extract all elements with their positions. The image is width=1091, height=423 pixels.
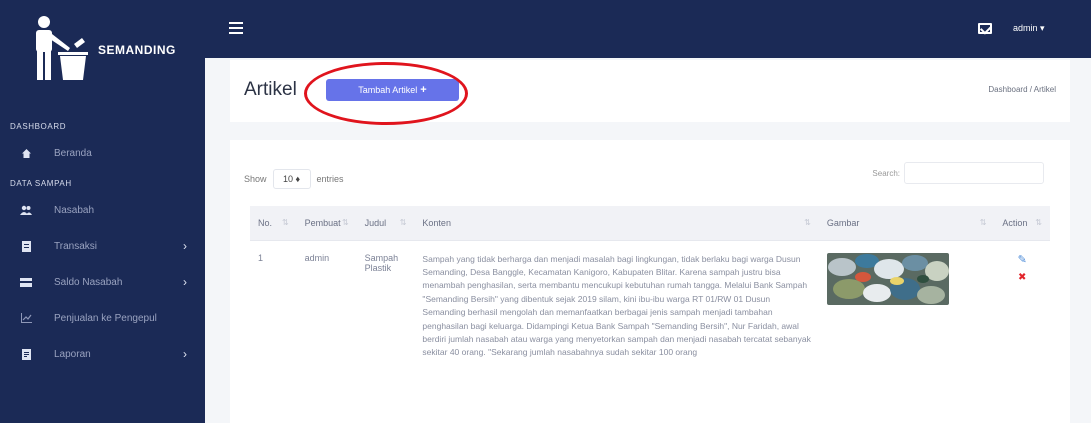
- edit-icon[interactable]: ✎: [1002, 253, 1042, 266]
- sidebar-item-label: Saldo Nasabah: [54, 276, 123, 288]
- cell-pembuat: admin: [296, 239, 357, 360]
- cell-gambar: [818, 239, 995, 360]
- sidebar-item-label: Laporan: [54, 348, 91, 360]
- wallet-icon: [20, 276, 32, 288]
- sidebar-item-beranda[interactable]: Beranda: [0, 135, 205, 171]
- sidebar-item-nasabah[interactable]: Nasabah: [0, 192, 205, 228]
- cell-no: 1: [250, 239, 297, 360]
- hamburger-icon[interactable]: [229, 22, 243, 34]
- chart-icon: [20, 312, 32, 324]
- sidebar-section-dashboard: DASHBOARD: [10, 122, 67, 131]
- articles-card: Show 10 ♦ entries Search: No. ⇅ Pembuat …: [230, 140, 1070, 423]
- person-trash-icon: [30, 14, 92, 84]
- brand[interactable]: SEMANDING: [0, 0, 205, 98]
- sidebar: SEMANDING DASHBOARD Beranda DATA SAMPAH …: [0, 0, 205, 423]
- table-row: 1 admin Sampah Plastik Sampah yang tidak…: [250, 239, 1050, 360]
- column-header-konten[interactable]: Konten ⇅: [414, 206, 819, 240]
- column-header-gambar[interactable]: Gambar ⇅: [818, 206, 995, 240]
- sidebar-item-penjualan[interactable]: Penjualan ke Pengepul: [0, 300, 205, 336]
- articles-table: No. ⇅ Pembuat ⇅ Judul ⇅ Konten ⇅ Gambar …: [250, 206, 1050, 360]
- sidebar-item-saldo-nasabah[interactable]: Saldo Nasabah ›: [0, 264, 205, 300]
- user-menu[interactable]: admin ▾: [1013, 23, 1045, 34]
- brand-name: SEMANDING: [98, 43, 176, 57]
- sidebar-item-label: Beranda: [54, 147, 92, 159]
- breadcrumb[interactable]: Dashboard / Artikel: [988, 85, 1056, 94]
- topbar: admin ▾: [205, 0, 1091, 58]
- entries-select[interactable]: 10 ♦: [272, 169, 311, 189]
- sidebar-section-data-sampah: DATA SAMPAH: [10, 179, 72, 188]
- users-icon: [20, 204, 32, 216]
- mail-icon[interactable]: [978, 23, 992, 34]
- sidebar-item-transaksi[interactable]: Transaksi ›: [0, 228, 205, 264]
- column-header-pembuat[interactable]: Pembuat ⇅: [296, 206, 357, 240]
- column-header-action[interactable]: Action ⇅: [994, 206, 1050, 240]
- column-header-no[interactable]: No. ⇅: [250, 206, 297, 240]
- cell-konten: Sampah yang tidak berharga dan menjadi m…: [414, 239, 819, 360]
- highlight-ellipse: [304, 62, 468, 125]
- page-title: Artikel: [244, 79, 297, 100]
- sidebar-item-label: Nasabah: [54, 204, 95, 216]
- article-image: [826, 252, 949, 305]
- show-entries: Show 10 ♦ entries: [244, 169, 344, 189]
- home-icon: [20, 147, 32, 159]
- entries-label: entries: [316, 174, 344, 184]
- table-header-row: No. ⇅ Pembuat ⇅ Judul ⇅ Konten ⇅ Gambar …: [250, 206, 1050, 240]
- cell-judul: Sampah Plastik: [356, 239, 415, 360]
- show-label: Show: [244, 174, 267, 184]
- chevron-right-icon: ›: [183, 347, 187, 361]
- sidebar-item-label: Transaksi: [54, 240, 97, 252]
- chevron-right-icon: ›: [183, 275, 187, 289]
- column-header-judul[interactable]: Judul ⇅: [356, 206, 415, 240]
- search-label: Search:: [872, 168, 900, 178]
- chevron-right-icon: ›: [183, 239, 187, 253]
- delete-icon[interactable]: ✖: [1002, 272, 1042, 283]
- cell-action: ✎ ✖: [994, 239, 1050, 360]
- search-wrap: Search:: [872, 162, 1044, 184]
- sidebar-item-laporan[interactable]: Laporan ›: [0, 336, 205, 372]
- search-input[interactable]: [904, 162, 1044, 184]
- receipt-icon: [20, 240, 32, 252]
- sidebar-item-label: Penjualan ke Pengepul: [54, 312, 157, 324]
- report-icon: [20, 348, 32, 360]
